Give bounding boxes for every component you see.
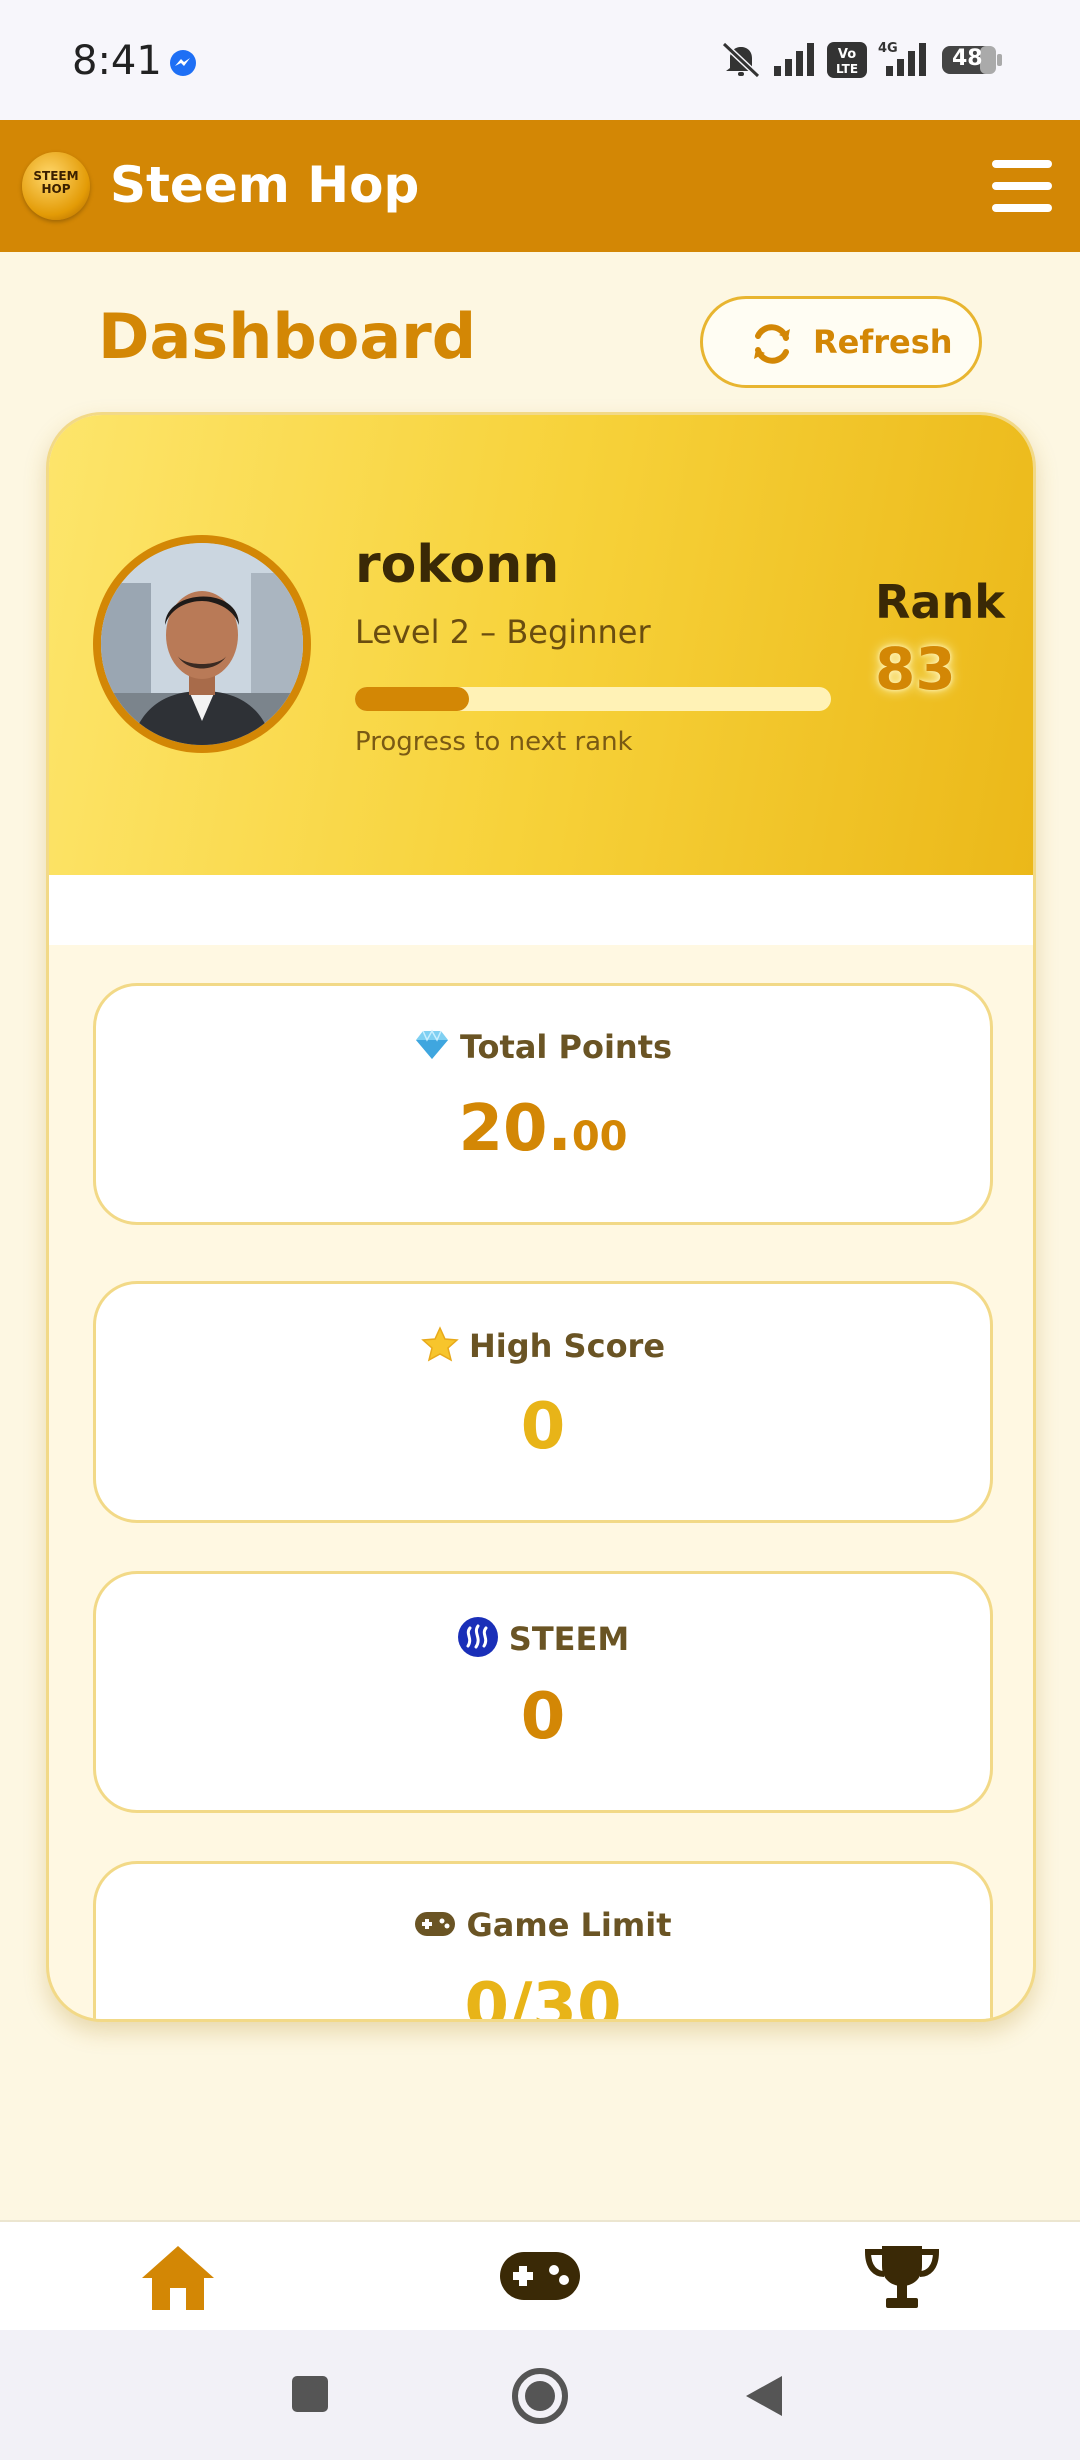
stat-value: 20.: [458, 1092, 572, 1166]
svg-text:LTE: LTE: [836, 62, 858, 76]
level-text: Level 2 – Beginner: [355, 613, 651, 651]
stat-card-high-score: High Score 0: [93, 1281, 993, 1523]
gamepad-icon: [414, 1908, 456, 1946]
trophy-icon[interactable]: [864, 2242, 940, 2312]
bottom-tab-bar: [0, 2220, 1080, 2330]
rank-progress-bar: [355, 687, 831, 711]
dashboard-card: rokonn Level 2 – Beginner Progress to ne…: [46, 412, 1036, 2022]
rank-progress-fill: [355, 687, 470, 711]
avatar[interactable]: [93, 535, 311, 753]
home-icon[interactable]: [140, 2242, 216, 2312]
gamepad-icon[interactable]: [498, 2250, 582, 2302]
mute-icon: [721, 41, 761, 79]
diamond-icon: [414, 1029, 450, 1069]
status-bar: 8:41 Vo LTE 4G 48: [0, 0, 1080, 120]
signal-4g-icon: 4G: [878, 41, 926, 76]
progress-label: Progress to next rank: [355, 727, 633, 757]
stat-label: Total Points: [459, 1028, 673, 1066]
stat-value: 0: [520, 1680, 566, 1754]
stat-card-game-limit: Game Limit 0/30: [93, 1861, 993, 2022]
stat-value: 0: [520, 1390, 566, 1464]
profile-panel: rokonn Level 2 – Beginner Progress to ne…: [49, 415, 1033, 875]
stat-card-total-points: Total Points 20.00: [93, 983, 993, 1225]
stat-card-steem: STEEM 0: [93, 1571, 993, 1813]
steem-icon: [457, 1616, 499, 1666]
app-logo[interactable]: STEEM HOP: [22, 152, 90, 220]
username: rokonn: [355, 535, 560, 595]
back-button[interactable]: [742, 2372, 786, 2420]
page-title: Dashboard: [98, 300, 477, 373]
stat-label: Game Limit: [466, 1906, 672, 1944]
stat-label: High Score: [468, 1327, 666, 1365]
star-icon: [421, 1326, 459, 1370]
profile-divider: [49, 875, 1033, 945]
system-nav-bar: [0, 2330, 1080, 2460]
stat-value-decimals: 00: [571, 1114, 628, 1160]
refresh-icon: [754, 324, 790, 364]
home-button[interactable]: [510, 2366, 570, 2426]
stat-value: 0/30: [464, 1970, 622, 2022]
status-time: 8:41: [72, 38, 162, 84]
dashboard-page: Dashboard Refresh rokonn Level 2 – Begin…: [0, 252, 1080, 2220]
avatar-photo: [101, 543, 303, 745]
svg-text:Vo: Vo: [838, 47, 856, 62]
battery-level: 48: [952, 46, 983, 71]
stat-label: STEEM: [508, 1620, 630, 1658]
rank-label: Rank: [875, 575, 1005, 629]
volte-icon: Vo LTE: [827, 42, 867, 78]
svg-text:4G: 4G: [878, 41, 898, 56]
rank-value: 83: [875, 635, 956, 703]
app-header: STEEM HOP Steem Hop: [0, 120, 1080, 252]
logo-text: STEEM HOP: [33, 169, 79, 196]
signal-icon: [774, 43, 814, 76]
recent-apps-button[interactable]: [288, 2372, 332, 2416]
refresh-label: Refresh: [813, 323, 953, 361]
menu-icon[interactable]: [992, 158, 1052, 214]
app-title: Steem Hop: [110, 156, 420, 214]
refresh-button[interactable]: Refresh: [700, 296, 982, 388]
messenger-icon: [170, 50, 196, 76]
